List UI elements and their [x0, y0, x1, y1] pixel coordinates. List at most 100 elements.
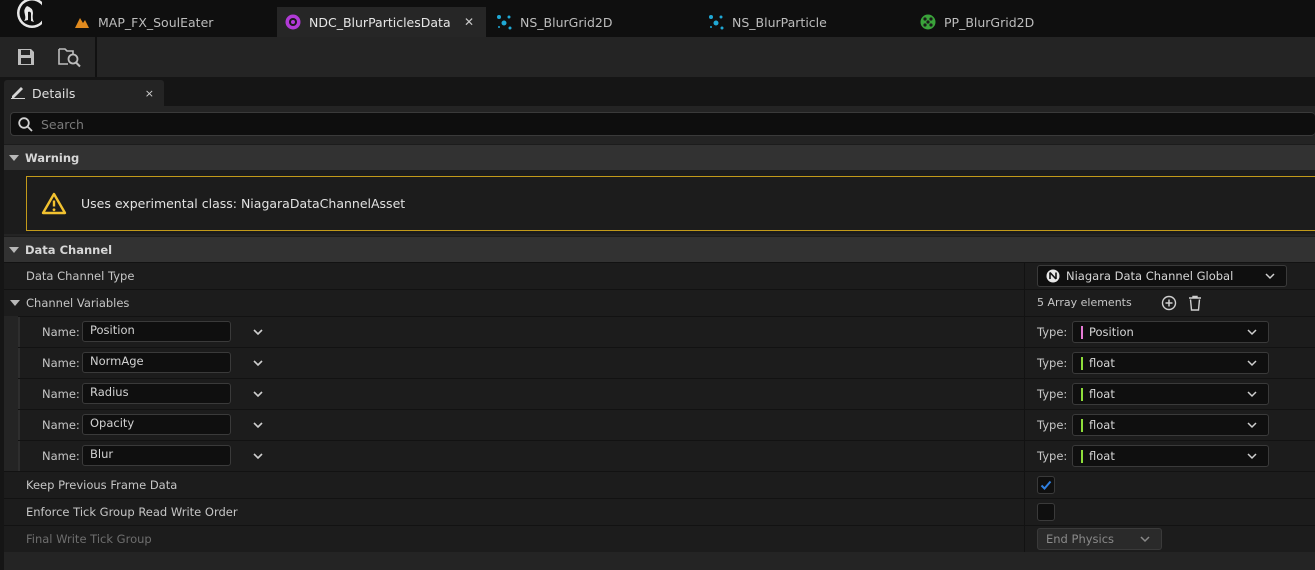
variable-name-input[interactable]: NormAge [82, 352, 231, 373]
variable-name-input[interactable]: Blur [82, 445, 231, 466]
unreal-logo-icon[interactable] [6, 0, 47, 36]
dropdown-value: float [1089, 449, 1115, 463]
type-pin-icon [1081, 325, 1083, 339]
toolbar-separator [95, 37, 97, 77]
variable-name-input[interactable]: Position [82, 321, 231, 342]
variable-type-dropdown[interactable]: float [1072, 445, 1269, 467]
type-pin-icon [1081, 356, 1083, 370]
variable-type-dropdown[interactable]: Position [1072, 321, 1269, 343]
array-count: 5 Array elements [1037, 296, 1132, 309]
tab-label: MAP_FX_SoulEater [98, 14, 214, 30]
tab-pp-blurgrid2d[interactable]: PP_BlurGrid2D [914, 7, 1124, 37]
dropdown-value: float [1089, 387, 1115, 401]
final-write-tick-group-dropdown[interactable]: End Physics [1037, 528, 1162, 550]
tab-ns-blurparticle[interactable]: NS_BlurParticle [702, 7, 912, 37]
data-channel-icon [285, 14, 301, 30]
property-row-keep-previous-frame-data: Keep Previous Frame Data [4, 471, 1315, 498]
browse-icon [58, 48, 81, 68]
map-icon [74, 14, 90, 30]
chevron-down-icon [1246, 419, 1258, 431]
close-tab-icon[interactable]: ✕ [464, 15, 474, 29]
dropdown-value: Position [1089, 325, 1134, 339]
expand-arrow-icon[interactable] [10, 300, 20, 306]
chevron-down-icon [1246, 357, 1258, 369]
enforce-tick-group-checkbox[interactable] [1037, 503, 1055, 521]
variable-type-dropdown[interactable]: float [1072, 414, 1269, 436]
expand-arrow-icon[interactable] [9, 154, 19, 161]
panel-tab-strip [0, 77, 1315, 106]
property-label: Final Write Tick Group [26, 532, 152, 546]
details-tab[interactable]: Details × [4, 80, 164, 106]
expand-variable-icon[interactable] [251, 387, 265, 401]
category-warning[interactable]: Warning [4, 144, 1315, 170]
tab-map-fx-souleater[interactable]: MAP_FX_SoulEater [70, 7, 275, 37]
type-label: Type: [1037, 449, 1068, 463]
chevron-down-icon [1139, 533, 1151, 545]
chevron-down-icon [1264, 270, 1276, 282]
dropdown-value: End Physics [1046, 532, 1115, 546]
name-label: Name: [42, 356, 80, 370]
tab-ns-blurgrid2d[interactable]: NS_BlurGrid2D [490, 7, 700, 37]
add-element-icon[interactable] [1161, 295, 1177, 314]
tab-label: NS_BlurGrid2D [520, 14, 613, 30]
property-label: Channel Variables [26, 296, 130, 310]
niagara-system-icon [708, 14, 724, 30]
expand-arrow-icon[interactable] [9, 246, 19, 253]
variable-name-input[interactable]: Opacity [82, 414, 231, 435]
property-row-data-channel-type: Data Channel Type Niagara Data Channel G… [4, 262, 1315, 289]
variable-row-normage: Name: NormAge Type: float [18, 347, 1315, 378]
dropdown-value: Niagara Data Channel Global [1066, 269, 1234, 283]
warning-box: Uses experimental class: NiagaraDataChan… [26, 176, 1315, 231]
search-icon [18, 116, 33, 132]
property-row-enforce-tick-group: Enforce Tick Group Read Write Order [4, 498, 1315, 525]
name-label: Name: [42, 325, 80, 339]
data-channel-type-dropdown[interactable]: Niagara Data Channel Global [1037, 265, 1287, 287]
variable-row-position: Name: Position Type: Position [18, 316, 1315, 347]
details-tab-label: Details [32, 85, 76, 101]
type-label: Type: [1037, 325, 1068, 339]
variable-row-opacity: Name: Opacity Type: float [18, 409, 1315, 440]
name-label: Name: [42, 387, 80, 401]
search-input[interactable] [39, 115, 1243, 133]
type-label: Type: [1037, 356, 1068, 370]
property-label: Data Channel Type [26, 269, 135, 283]
expand-variable-icon[interactable] [251, 449, 265, 463]
type-pin-icon [1081, 387, 1083, 401]
save-icon [18, 49, 34, 65]
property-row-channel-variables: Channel Variables 5 Array elements [4, 289, 1315, 316]
save-button[interactable] [13, 44, 39, 70]
type-pin-icon [1081, 418, 1083, 432]
type-label: Type: [1037, 418, 1068, 432]
chevron-down-icon [1246, 388, 1258, 400]
tab-label: NS_BlurParticle [732, 14, 827, 30]
chevron-down-icon [1246, 326, 1258, 338]
tab-ndc-blurparticlesdata[interactable]: NDC_BlurParticlesData ✕ [277, 7, 486, 37]
niagara-system-icon [496, 14, 512, 30]
keep-previous-frame-checkbox[interactable] [1037, 476, 1055, 494]
dropdown-value: float [1089, 418, 1115, 432]
asset-toolbar [0, 37, 1315, 77]
expand-variable-icon[interactable] [251, 356, 265, 370]
delete-all-icon[interactable] [1188, 295, 1202, 314]
variable-type-dropdown[interactable]: float [1072, 352, 1269, 374]
category-data-channel[interactable]: Data Channel [4, 236, 1315, 262]
checkmark-icon [1040, 480, 1052, 490]
variable-name-input[interactable]: Radius [82, 383, 231, 404]
warning-icon [41, 192, 67, 215]
edit-pencil-icon [10, 85, 26, 102]
name-label: Name: [42, 418, 80, 432]
tab-label: PP_BlurGrid2D [944, 14, 1035, 30]
chevron-down-icon [1246, 450, 1258, 462]
search-box[interactable] [10, 112, 1315, 136]
property-row-final-write-tick-group: Final Write Tick Group End Physics [4, 525, 1315, 552]
type-pin-icon [1081, 449, 1083, 463]
expand-variable-icon[interactable] [251, 418, 265, 432]
browse-asset-button[interactable] [57, 44, 83, 70]
variable-type-dropdown[interactable]: float [1072, 383, 1269, 405]
dropdown-value: float [1089, 356, 1115, 370]
name-label: Name: [42, 449, 80, 463]
category-title: Warning [25, 150, 80, 165]
close-details-icon[interactable]: × [145, 87, 154, 100]
expand-variable-icon[interactable] [251, 325, 265, 339]
category-title: Data Channel [25, 242, 113, 257]
